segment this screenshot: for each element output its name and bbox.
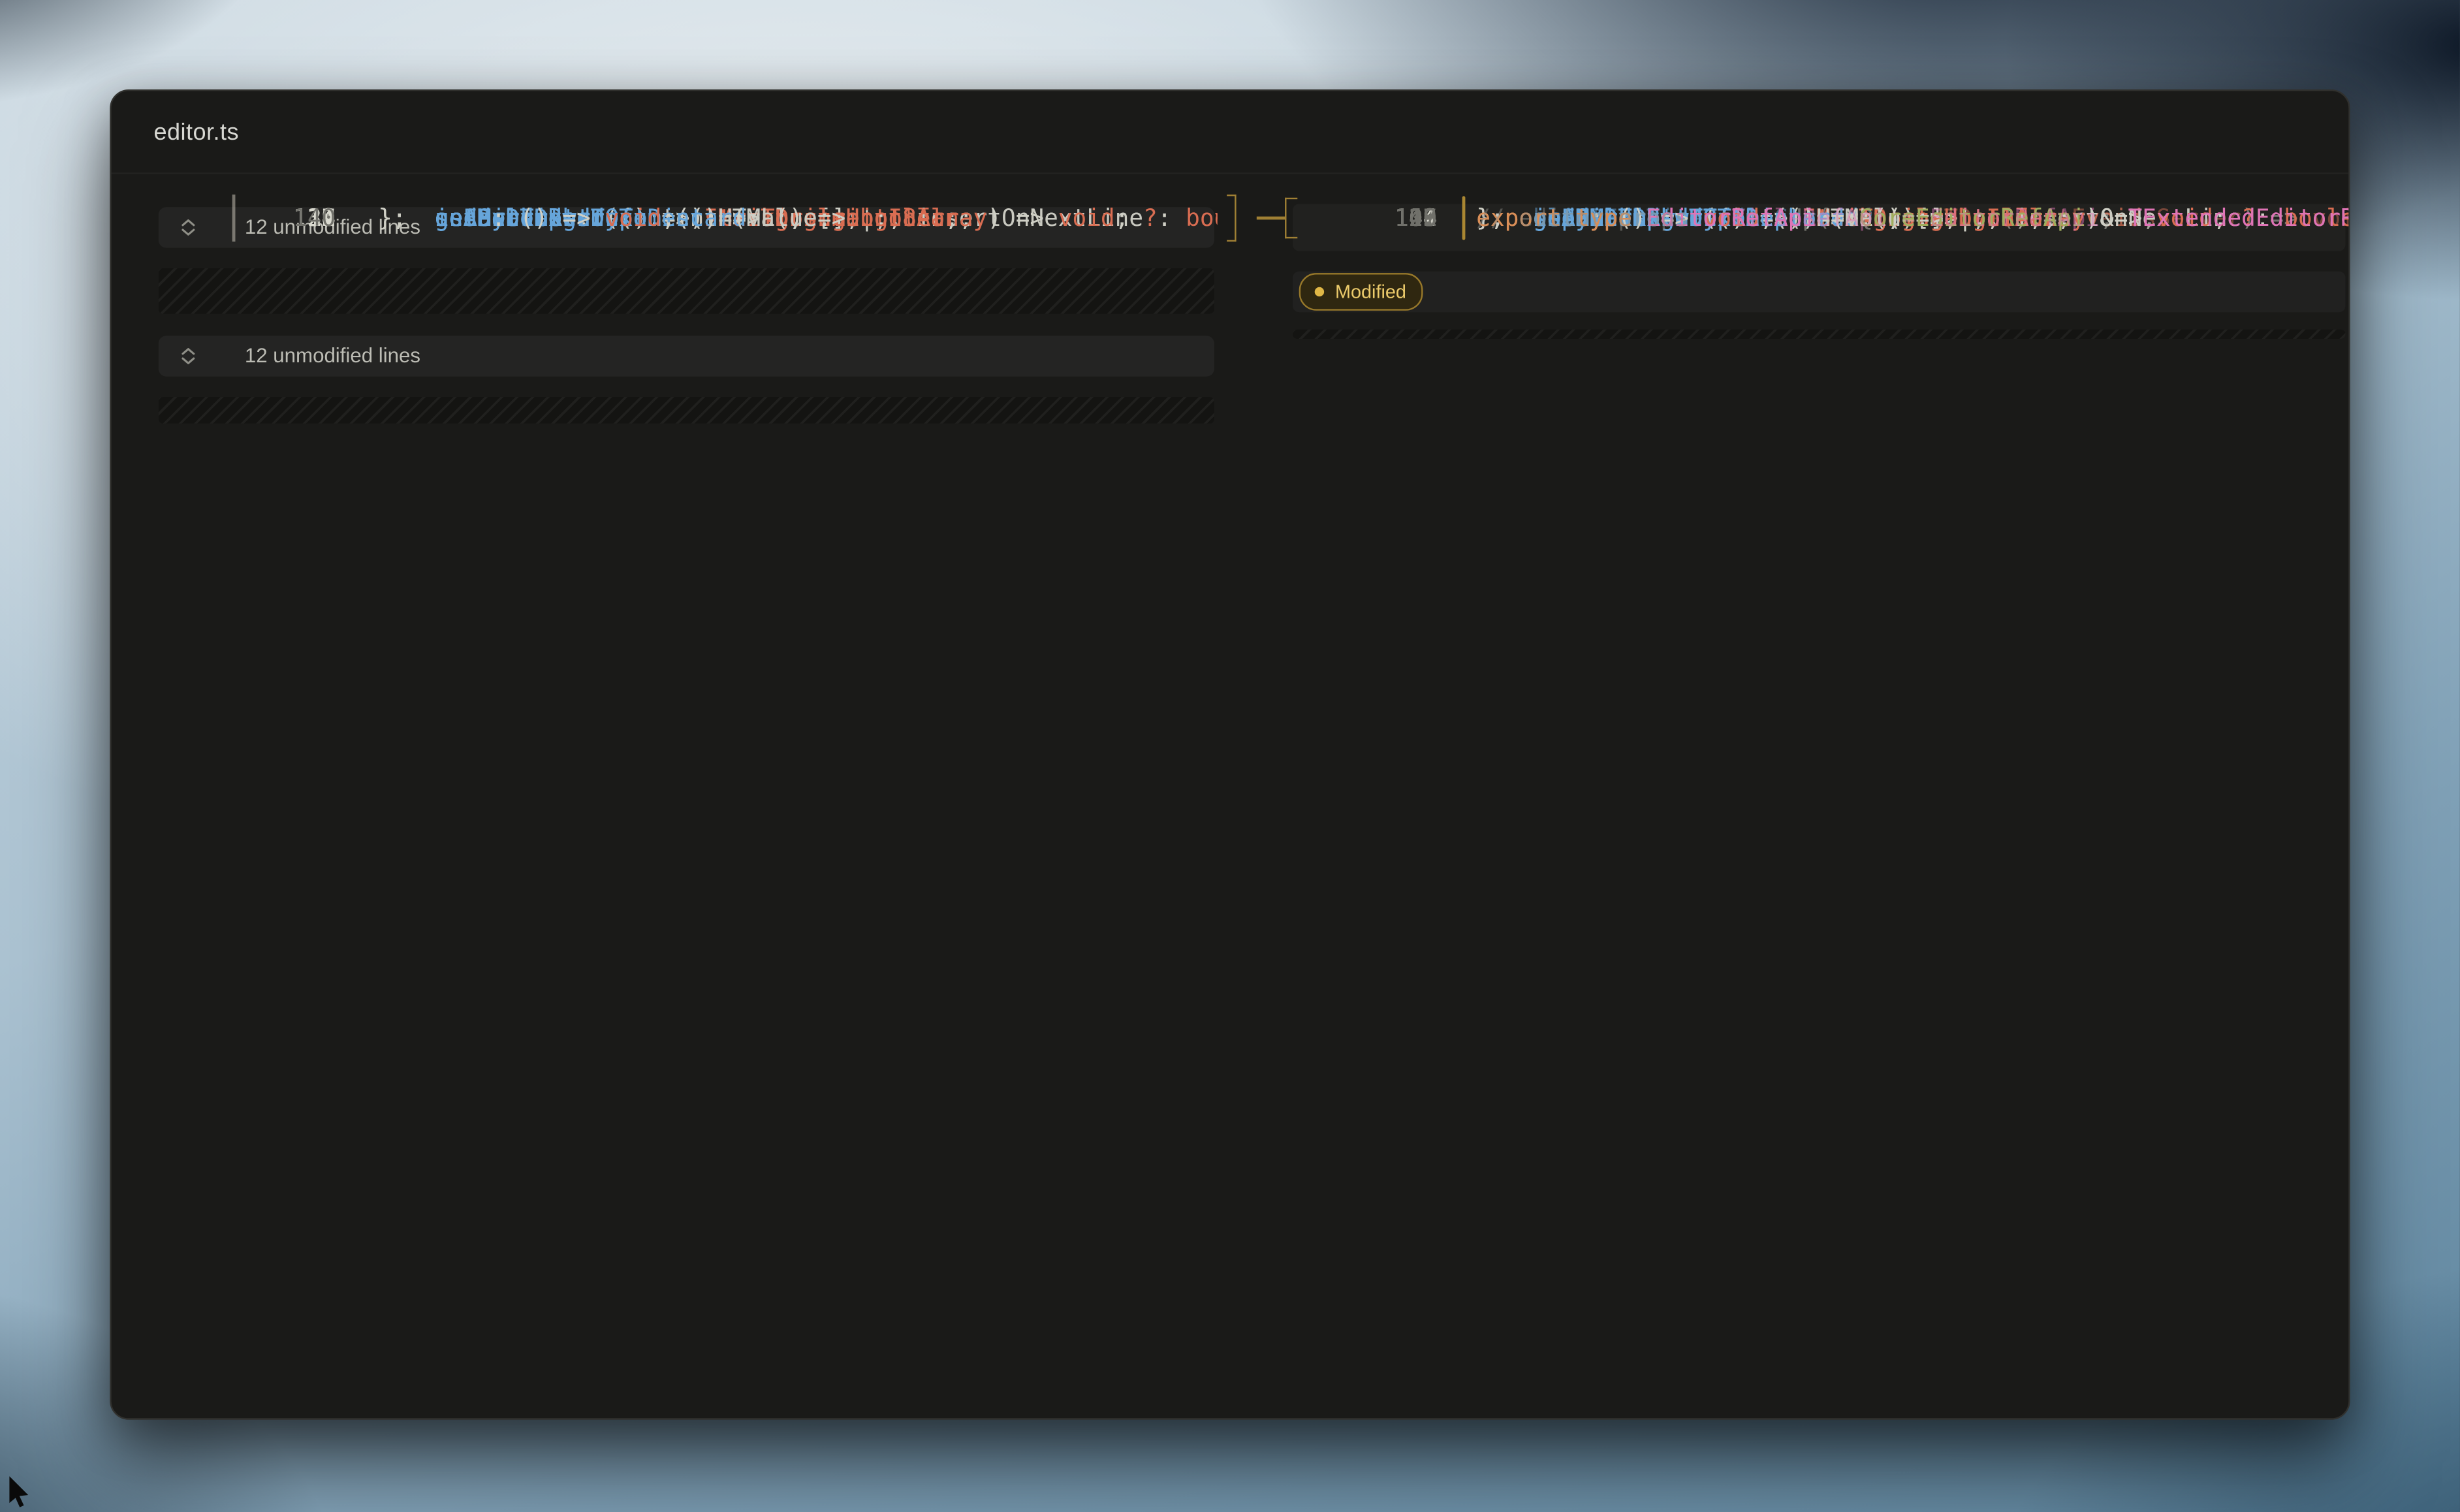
diff-region-bracket [1227,195,1236,242]
diff-connector-bracket [1285,198,1297,238]
diff-content: 96 paragraph: number;97 words: number;98… [112,172,2349,1418]
hatch-pattern [1293,330,2345,339]
modified-dot-icon [1315,287,1324,296]
code-text: }; [378,195,406,242]
editor-window: editor.ts 96 paragraph: number;97 words:… [110,89,2350,1420]
hatch-pattern [159,397,1214,424]
line-number: 148 [1374,195,1437,242]
unfold-icon [179,217,198,236]
line-number: 140 [245,195,336,242]
mouse-cursor [8,1476,33,1511]
code-text: undo: () => void; [378,195,676,242]
changed-region-indicator [232,195,236,242]
expand-collapsed-lines-button[interactable]: 12 unmodified lines [159,335,1214,375]
diff-filler-row [112,259,1218,323]
diff-filler-row [112,388,1218,433]
desktop-background: editor.ts 96 paragraph: number;97 words:… [0,0,2460,1512]
window-titlebar: editor.ts [112,91,2349,174]
window-title: editor.ts [153,118,239,145]
modified-badge: Modified [1299,273,1424,311]
modified-badge-row: Modified [1272,260,2350,323]
screen: editor.ts 96 paragraph: number;97 words:… [0,0,2460,1512]
modified-badge-label: Modified [1335,281,1406,303]
collapsed-lines-label: 12 unmodified lines [245,343,420,367]
cursor-arrow-icon [8,1476,33,1511]
diff-old-pane[interactable]: 96 paragraph: number;97 words: number;98… [112,195,1218,1418]
diff-new-pane[interactable]: 102export type EditorRefApi = {103 blur:… [1272,195,2350,1418]
collapsed-lines-row: 12 unmodified lines [112,323,1218,388]
diff-filler-row [1272,323,2350,345]
line-highlight [1462,196,1466,240]
code-text: // editor props [1476,195,1689,242]
hatch-pattern [159,268,1214,314]
modified-badge-bar: Modified [1293,272,2345,312]
unfold-icon [179,346,198,365]
